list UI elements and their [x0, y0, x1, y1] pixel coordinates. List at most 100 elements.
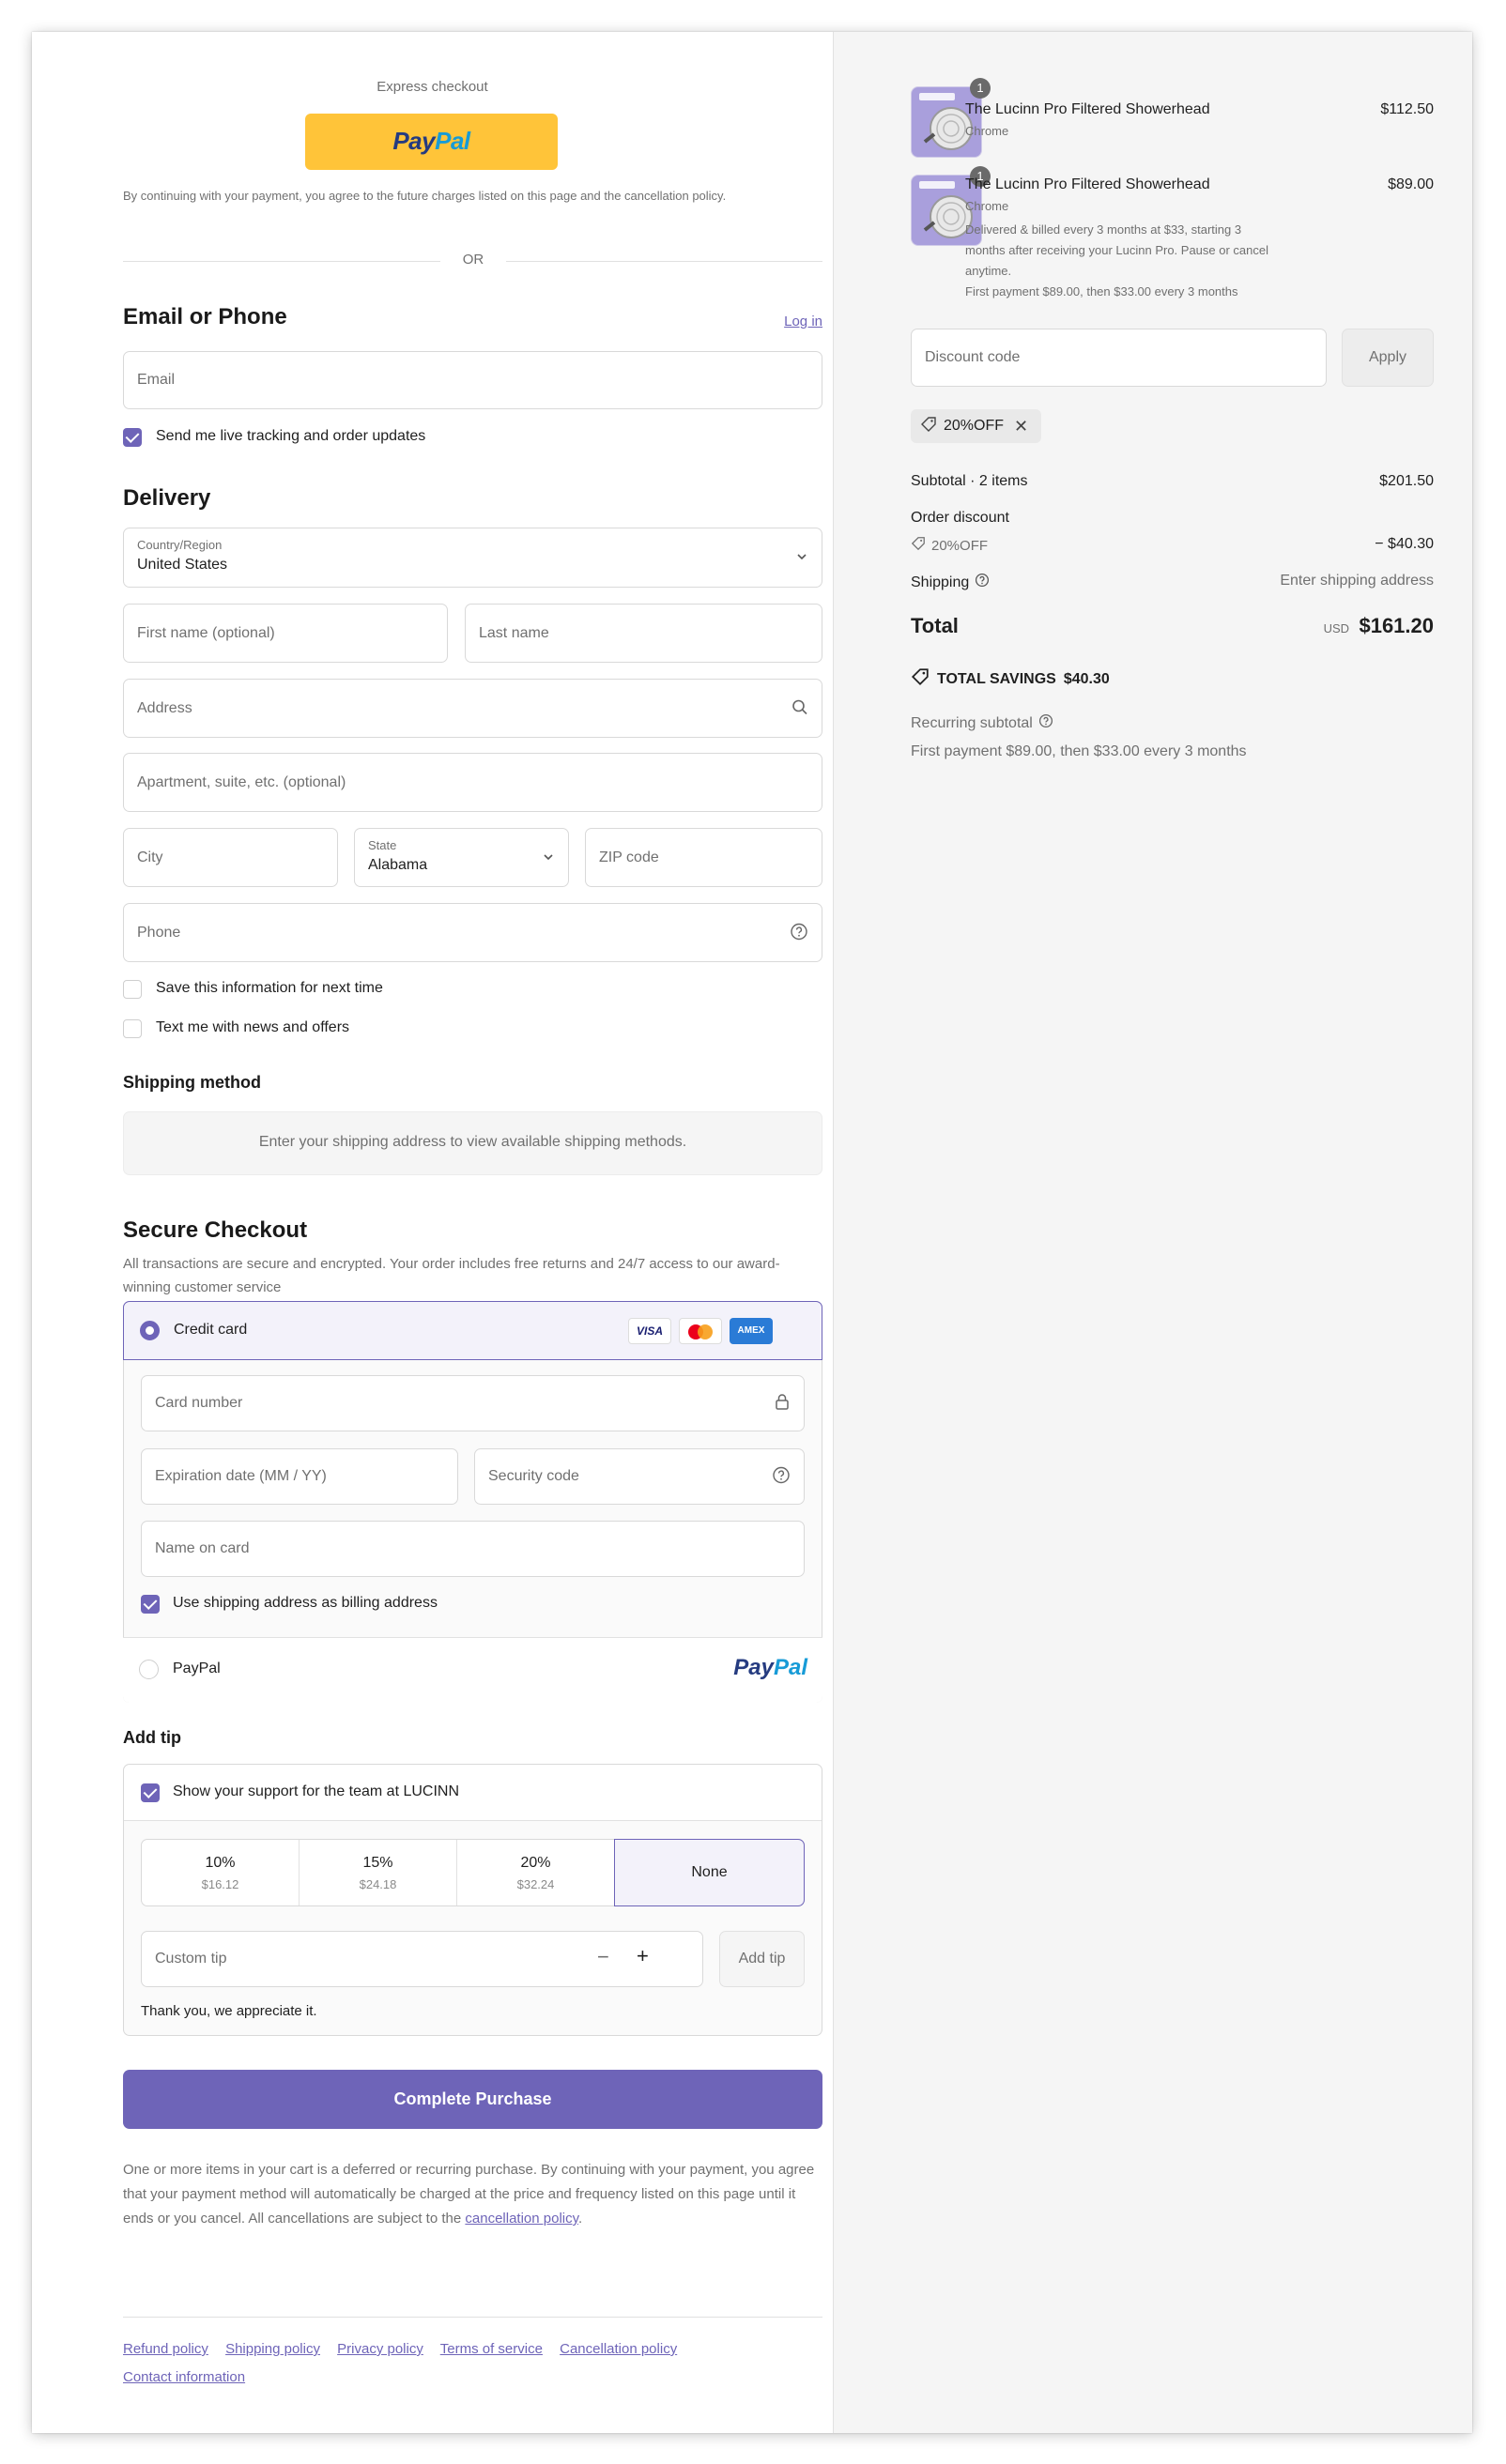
login-link[interactable]: Log in	[743, 314, 822, 329]
custom-tip-placeholder: Custom tip	[155, 1951, 227, 1967]
city-placeholder: City	[137, 849, 163, 865]
cancellation-policy-link[interactable]: cancellation policy	[465, 2211, 578, 2227]
tip-amount: $24.18	[359, 1877, 397, 1891]
shipping-policy-link[interactable]: Shipping policy	[225, 2341, 320, 2357]
add-tip-button[interactable]: Add tip	[719, 1931, 805, 1987]
country-select[interactable]: Country/Region United States	[123, 528, 822, 588]
discount-code-field[interactable]: Discount code	[911, 329, 1327, 387]
contact-information-link[interactable]: Contact information	[123, 2369, 245, 2385]
express-checkout-title: Express checkout	[376, 79, 488, 95]
contact-heading: Email or Phone	[123, 304, 287, 329]
tip-percent: 10%	[205, 1855, 236, 1871]
tip-option-10[interactable]: 10% $16.12	[142, 1840, 300, 1905]
save-info-checkbox[interactable]	[123, 980, 142, 999]
zip-field[interactable]: ZIP code	[585, 828, 822, 887]
applied-code-label: 20%OFF	[944, 418, 1005, 434]
tip-support-label: Show your support for the team at LUCINN	[173, 1783, 460, 1799]
order-discount-value: − $40.30	[1375, 536, 1434, 552]
name-on-card-field[interactable]: Name on card	[141, 1521, 805, 1577]
name-on-card-placeholder: Name on card	[155, 1540, 250, 1556]
secure-checkout-heading: Secure Checkout	[123, 1217, 308, 1243]
first-name-field[interactable]: First name (optional)	[123, 604, 448, 663]
product-image: 1	[911, 78, 991, 158]
total-savings-value: $40.30	[1063, 670, 1110, 687]
city-field[interactable]: City	[123, 828, 338, 887]
help-icon[interactable]	[1038, 713, 1053, 733]
lock-icon	[774, 1393, 791, 1415]
paypal-logo: PayPal	[733, 1655, 807, 1680]
text-offers-checkbox[interactable]	[123, 1019, 142, 1038]
tip-percent: 15%	[362, 1855, 393, 1871]
product-variant: Chrome	[965, 199, 1009, 213]
help-icon[interactable]	[772, 1466, 791, 1488]
paypal-option[interactable]: PayPal PayPal	[123, 1637, 822, 1703]
tip-option-none[interactable]: None	[614, 1839, 805, 1906]
remove-discount-icon[interactable]: ✕	[1014, 417, 1028, 436]
total-amount: USD $161.20	[1209, 614, 1434, 638]
checkout-form: Express checkout PayPal By continuing wi…	[32, 32, 833, 2433]
tip-support-checkbox[interactable]	[141, 1783, 160, 1802]
tip-option-20[interactable]: 20% $32.24	[457, 1840, 615, 1905]
minus-icon[interactable]: −	[597, 1945, 609, 1969]
order-discount-label: Order discount	[911, 510, 1009, 526]
apartment-field[interactable]: Apartment, suite, etc. (optional)	[123, 753, 822, 812]
subscription-detail-line: Delivered & billed every 3 months at $33…	[965, 222, 1242, 237]
card-number-field[interactable]: Card number	[141, 1375, 805, 1431]
cancellation-policy-footer-link[interactable]: Cancellation policy	[560, 2341, 677, 2357]
zip-placeholder: ZIP code	[599, 849, 659, 865]
shipping-label: Shipping	[911, 573, 990, 592]
phone-field[interactable]: Phone	[123, 903, 822, 962]
help-icon[interactable]	[975, 573, 990, 592]
custom-tip-field[interactable]: Custom tip − +	[141, 1931, 703, 1987]
quantity-badge: 1	[970, 78, 991, 99]
footer-links: Refund policy Shipping policy Privacy po…	[123, 2335, 690, 2392]
express-consent-text: By continuing with your payment, you agr…	[123, 189, 727, 203]
apply-label: Apply	[1368, 349, 1407, 365]
tracking-checkbox[interactable]	[123, 428, 142, 447]
tip-amount: $16.12	[201, 1877, 239, 1891]
use-shipping-label: Use shipping address as billing address	[173, 1595, 438, 1611]
refund-policy-link[interactable]: Refund policy	[123, 2341, 208, 2357]
product-price: $89.00	[1388, 176, 1434, 192]
text-offers-label: Text me with news and offers	[156, 1019, 350, 1035]
terms-of-service-link[interactable]: Terms of service	[440, 2341, 543, 2357]
email-field[interactable]: Email	[123, 351, 822, 409]
chevron-down-icon	[542, 849, 555, 866]
tip-thanks: Thank you, we appreciate it.	[141, 2003, 317, 2019]
plus-icon[interactable]: +	[637, 1944, 649, 1968]
first-name-placeholder: First name (optional)	[137, 624, 275, 641]
state-select[interactable]: State Alabama	[354, 828, 569, 887]
address-field[interactable]: Address	[123, 679, 822, 738]
shipping-value: Enter shipping address	[1280, 573, 1434, 589]
apply-discount-button[interactable]: Apply	[1342, 329, 1434, 387]
credit-card-option[interactable]: Credit card VISA AMEX	[123, 1301, 822, 1360]
checkout-page: Express checkout PayPal By continuing wi…	[32, 32, 1472, 2433]
tip-options: 10% $16.12 15% $24.18 20% $32.24 None	[141, 1839, 805, 1906]
state-label: State	[368, 838, 397, 852]
help-icon[interactable]	[790, 922, 808, 943]
product-price: $112.50	[1380, 101, 1434, 117]
order-discount-code-text: 20%OFF	[931, 537, 989, 554]
subtotal-label: Subtotal · 2 items	[911, 473, 1028, 489]
last-name-field[interactable]: Last name	[465, 604, 822, 663]
privacy-policy-link[interactable]: Privacy policy	[337, 2341, 423, 2357]
paypal-express-button[interactable]: PayPal	[305, 114, 558, 170]
tip-percent: None	[691, 1864, 728, 1880]
subtotal-value: $201.50	[1379, 473, 1434, 489]
paypal-radio[interactable]	[139, 1660, 159, 1679]
card-number-placeholder: Card number	[155, 1395, 243, 1411]
credit-card-radio[interactable]	[140, 1321, 160, 1340]
product-name-text: The Lucinn Pro Filtered Showerhead	[965, 101, 1210, 117]
complete-purchase-button[interactable]: Complete Purchase	[123, 2070, 822, 2129]
footer-divider	[123, 2317, 822, 2318]
tip-amount: $32.24	[516, 1877, 555, 1891]
applied-discount-tag: 20%OFF ✕	[911, 409, 1042, 443]
use-shipping-checkbox[interactable]	[141, 1595, 160, 1614]
tip-percent: 20%	[520, 1855, 551, 1871]
tip-option-15[interactable]: 15% $24.18	[300, 1840, 457, 1905]
security-code-field[interactable]: Security code	[474, 1448, 805, 1505]
expiration-field[interactable]: Expiration date (MM / YY)	[141, 1448, 458, 1505]
total-value: $161.20	[1359, 614, 1434, 637]
recurring-subtotal-value: First payment $89.00, then $33.00 every …	[911, 743, 1247, 759]
discount-placeholder: Discount code	[925, 349, 1021, 365]
